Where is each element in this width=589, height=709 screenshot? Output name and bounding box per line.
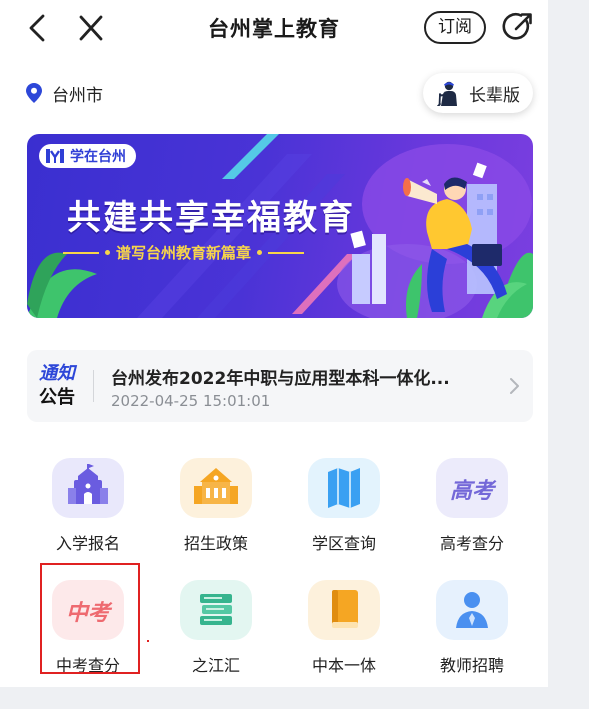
service-enrollment[interactable]: 入学报名 (36, 456, 146, 556)
service-label: 中本一体 (311, 656, 376, 675)
school-policy-icon (180, 458, 252, 518)
gaokao-icon-text: 高考 (450, 478, 497, 504)
chevron-right-icon (510, 378, 519, 394)
city-label: 台州市 (52, 85, 103, 106)
gaokao-icon: 高考 (436, 458, 508, 518)
banner-subline: 谱写台州教育新篇章 (63, 242, 305, 263)
top-bar: 台州掌上教育 订阅 (0, 0, 548, 56)
app-screen: 台州掌上教育 订阅 台州市 长辈版 学在台州 共建共享幸福教育 谱写台州教育新篇… (0, 0, 548, 687)
promo-banner[interactable]: 学在台州 共建共享幸福教育 谱写台州教育新篇章 (27, 134, 533, 318)
service-admission-policy[interactable]: 招生政策 (164, 456, 274, 556)
location-selector[interactable]: 台州市 (26, 80, 103, 106)
banner-brand-badge: 学在台州 (39, 144, 136, 168)
service-label: 招生政策 (183, 534, 248, 553)
brand-logo-icon (46, 149, 64, 163)
banner-headline: 共建共享幸福教育 (67, 198, 355, 238)
elder-icon (437, 81, 457, 106)
elder-mode-label: 长辈版 (469, 85, 520, 106)
notice-divider (93, 370, 94, 402)
service-label: 之江汇 (191, 656, 240, 675)
books-icon (180, 580, 252, 640)
banner-brand-text: 学在台州 (70, 149, 126, 165)
service-zhongben-yiti[interactable]: 中本一体 (292, 578, 402, 678)
book-icon (308, 580, 380, 640)
service-district-lookup[interactable]: 学区查询 (292, 456, 402, 556)
banner-subline-text: 谱写台州教育新篇章 (116, 244, 252, 262)
subline-dot-right (257, 250, 263, 255)
subline-dot-left (105, 250, 110, 255)
cursor-dot (147, 640, 149, 642)
notice-title: 台州发布2022年中职与应用型本科一体化... (111, 369, 450, 389)
service-zhijianghui[interactable]: 之江汇 (164, 578, 274, 678)
elder-mode-button[interactable]: 长辈版 (423, 73, 533, 113)
notice-tag-line1: 通知 (39, 363, 75, 384)
service-teacher-recruitment[interactable]: 教师招聘 (420, 578, 530, 678)
notice-time: 2022-04-25 15:01:01 (111, 392, 271, 410)
subline-dash-left (63, 251, 99, 254)
map-icon (308, 458, 380, 518)
teacher-icon (436, 580, 508, 640)
notice-tag: 通知 公告 (39, 362, 79, 410)
subline-dash-right (268, 251, 305, 254)
service-label: 教师招聘 (439, 656, 504, 675)
notice-bar[interactable]: 通知 公告 台州发布2022年中职与应用型本科一体化... 2022-04-25… (27, 350, 533, 422)
share-icon[interactable] (502, 11, 534, 43)
school-building-icon (52, 458, 124, 518)
selection-highlight-box (40, 563, 140, 674)
service-label: 学区查询 (311, 534, 376, 553)
subscribe-button[interactable]: 订阅 (424, 11, 486, 44)
service-label: 入学报名 (55, 534, 120, 553)
service-label: 高考查分 (439, 534, 504, 553)
service-gaokao-score[interactable]: 高考 高考查分 (420, 456, 530, 556)
location-pin-icon (26, 83, 42, 103)
notice-tag-line2: 公告 (39, 387, 75, 408)
